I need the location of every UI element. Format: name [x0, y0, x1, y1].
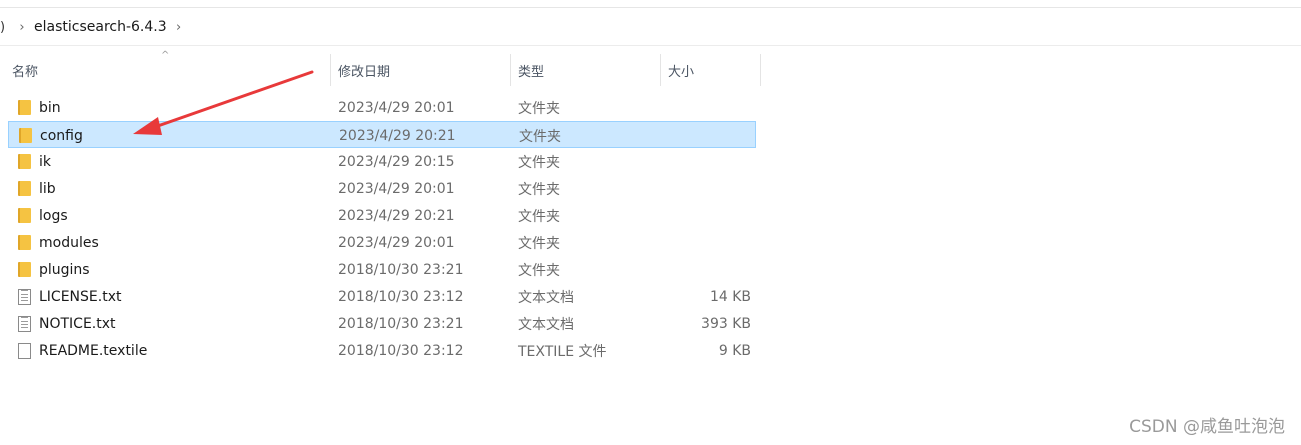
text-file-icon-shape	[17, 288, 31, 305]
column-header-row: 名称 修改日期 类型 大小	[0, 54, 762, 86]
file-type: 文件夹	[518, 262, 560, 279]
folder-icon	[16, 202, 32, 229]
file-row[interactable]: LICENSE.txt 2018/10/30 23:12 文本文档 14 KB	[8, 283, 756, 310]
file-row[interactable]: README.textile 2018/10/30 23:12 TEXTILE 文件…	[8, 337, 756, 364]
column-header-name[interactable]: 名称	[4, 54, 330, 86]
file-size	[660, 229, 751, 256]
text-file-icon	[16, 283, 32, 310]
file-name: lib	[39, 180, 56, 197]
file-row[interactable]: ik 2023/4/29 20:15 文件夹	[8, 148, 756, 175]
file-icon-shape	[17, 342, 31, 359]
file-date: 2018/10/30 23:12	[338, 288, 464, 305]
folder-icon	[16, 175, 32, 202]
file-row[interactable]: plugins 2018/10/30 23:21 文件夹	[8, 256, 756, 283]
file-name: ik	[39, 153, 51, 170]
file-type: 文件夹	[518, 235, 560, 252]
window-top-edge	[0, 0, 1301, 8]
breadcrumb-item-current[interactable]: elasticsearch-6.4.3	[32, 19, 169, 35]
file-type: 文本文档	[518, 289, 574, 306]
file-name: bin	[39, 99, 61, 116]
file-row[interactable]: logs 2023/4/29 20:21 文件夹	[8, 202, 756, 229]
folder-icon	[16, 148, 32, 175]
file-row[interactable]: config 2023/4/29 20:21 文件夹	[8, 121, 756, 148]
file-name: logs	[39, 207, 68, 224]
folder-icon-shape	[17, 235, 31, 250]
file-type: 文件夹	[518, 154, 560, 171]
folder-icon-shape	[17, 100, 31, 115]
column-header-size[interactable]: 大小	[660, 54, 760, 86]
column-divider[interactable]	[760, 54, 761, 86]
file-name: config	[40, 127, 83, 144]
chevron-right-icon[interactable]: ›	[12, 20, 32, 35]
file-row[interactable]: lib 2023/4/29 20:01 文件夹	[8, 175, 756, 202]
folder-icon-shape	[17, 208, 31, 223]
file-size	[660, 256, 751, 283]
file-size: 14 KB	[709, 288, 751, 305]
file-icon	[16, 337, 32, 364]
file-name: README.textile	[39, 342, 148, 359]
watermark-text: CSDN @咸鱼吐泡泡	[1129, 417, 1285, 437]
file-size	[660, 148, 751, 175]
breadcrumb-overflow[interactable]: )	[0, 20, 12, 35]
folder-icon	[16, 229, 32, 256]
file-size	[661, 122, 752, 149]
file-size	[660, 94, 751, 121]
file-row[interactable]: NOTICE.txt 2018/10/30 23:21 文本文档 393 KB	[8, 310, 756, 337]
folder-icon	[16, 94, 32, 121]
folder-icon-shape	[17, 262, 31, 277]
file-date: 2018/10/30 23:21	[338, 315, 464, 332]
column-header-type[interactable]: 类型	[510, 54, 660, 86]
file-type: TEXTILE 文件	[518, 343, 607, 360]
file-date: 2023/4/29 20:21	[339, 127, 456, 144]
file-name: LICENSE.txt	[39, 288, 122, 305]
file-date: 2023/4/29 20:01	[338, 99, 455, 116]
address-bar-breadcrumb[interactable]: ) › elasticsearch-6.4.3 ›	[0, 9, 1301, 46]
text-file-icon	[16, 310, 32, 337]
folder-icon	[17, 122, 33, 149]
folder-icon-shape	[17, 154, 31, 169]
file-date: 2023/4/29 20:21	[338, 207, 455, 224]
file-type: 文件夹	[518, 100, 560, 117]
file-type: 文件夹	[518, 208, 560, 225]
file-date: 2023/4/29 20:01	[338, 234, 455, 251]
file-name: plugins	[39, 261, 90, 278]
file-date: 2023/4/29 20:01	[338, 180, 455, 197]
file-size: 9 KB	[718, 342, 751, 359]
chevron-right-icon[interactable]: ›	[169, 20, 189, 35]
file-type: 文件夹	[518, 181, 560, 198]
file-date: 2018/10/30 23:12	[338, 342, 464, 359]
file-size: 393 KB	[701, 315, 751, 332]
file-row[interactable]: modules 2023/4/29 20:01 文件夹	[8, 229, 756, 256]
file-size	[660, 202, 751, 229]
file-name: NOTICE.txt	[39, 315, 116, 332]
file-size	[660, 175, 751, 202]
folder-icon-shape	[17, 181, 31, 196]
text-file-icon-shape	[17, 315, 31, 332]
file-type: 文件夹	[519, 128, 561, 145]
file-date: 2023/4/29 20:15	[338, 153, 455, 170]
file-name: modules	[39, 234, 99, 251]
file-row[interactable]: bin 2023/4/29 20:01 文件夹	[8, 94, 756, 121]
folder-icon-shape	[18, 128, 32, 143]
column-header-date[interactable]: 修改日期	[330, 54, 510, 86]
file-date: 2018/10/30 23:21	[338, 261, 464, 278]
folder-icon	[16, 256, 32, 283]
file-type: 文本文档	[518, 316, 574, 333]
